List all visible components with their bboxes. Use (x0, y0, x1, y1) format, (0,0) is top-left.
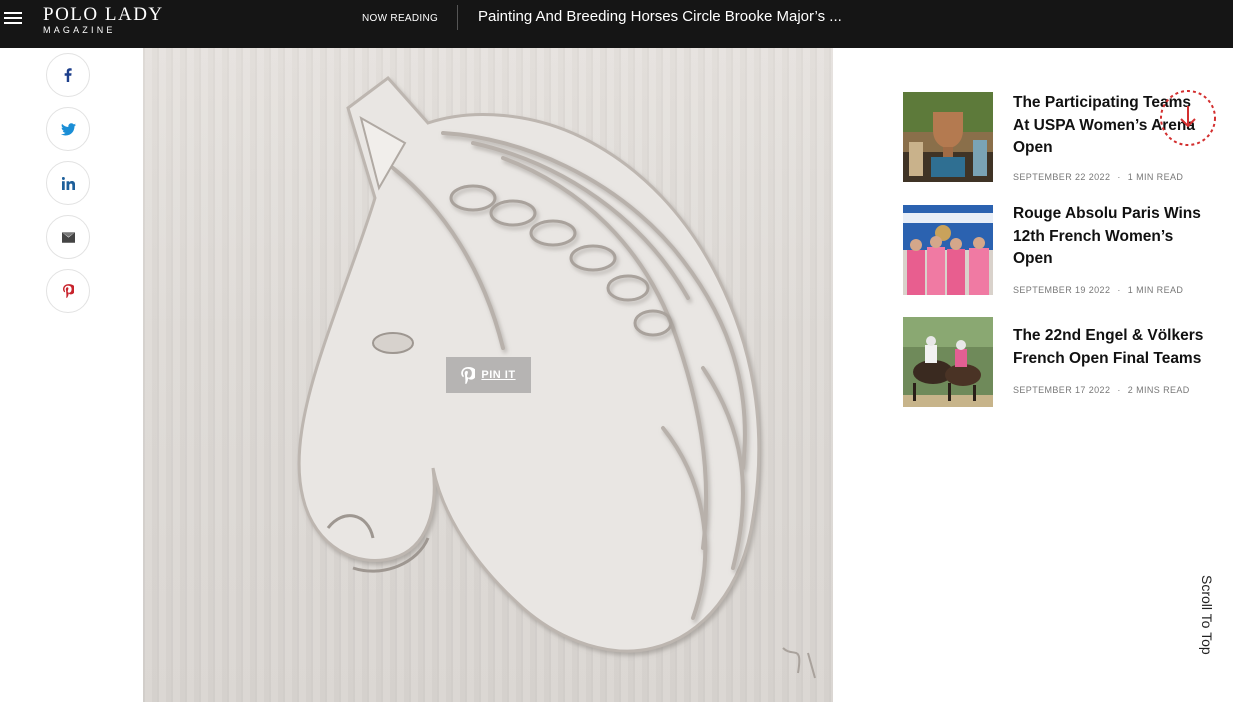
polo-match-photo-image (903, 317, 993, 407)
post-read-time: 2 MINS READ (1127, 385, 1190, 395)
twitter-share-button[interactable] (46, 107, 90, 151)
facebook-share-button[interactable] (46, 53, 90, 97)
post-meta: SEPTEMBER 22 2022 · 1 MIN READ (1013, 172, 1184, 182)
post-thumbnail[interactable] (903, 317, 993, 407)
article-hero-image: PIN IT (143, 48, 833, 702)
logo-sub-text: MAGAZINE (43, 25, 116, 35)
header-divider (457, 5, 458, 30)
now-reading-label: NOW READING (362, 13, 439, 24)
facebook-icon (64, 68, 72, 82)
post-thumbnail[interactable] (903, 92, 993, 182)
reading-progress-indicator (1158, 88, 1218, 148)
post-title[interactable]: The 22nd Engel & Völkers French Open Fin… (1013, 325, 1209, 370)
post-read-time: 1 MIN READ (1127, 285, 1184, 295)
twitter-icon (60, 122, 76, 135)
post-meta: SEPTEMBER 17 2022 · 2 MINS READ (1013, 385, 1190, 395)
post-title[interactable]: Rouge Absolu Paris Wins 12th French Wome… (1013, 203, 1209, 271)
post-date: SEPTEMBER 22 2022 (1013, 172, 1111, 182)
pinterest-icon (461, 366, 476, 384)
team-photo-image (903, 205, 993, 295)
scroll-to-top-button[interactable]: Scroll To Top (1197, 575, 1215, 667)
now-reading-title[interactable]: Painting And Breeding Horses Circle Broo… (478, 8, 842, 25)
post-meta: SEPTEMBER 19 2022 · 1 MIN READ (1013, 285, 1184, 295)
top-bar: POLO LADY MAGAZINE NOW READING Painting … (0, 0, 1233, 48)
trophy-photo-image (903, 92, 993, 182)
scroll-to-top-label: Scroll To Top (1199, 575, 1215, 655)
hamburger-menu-icon[interactable] (4, 10, 22, 26)
pinterest-share-button[interactable] (46, 269, 90, 313)
email-share-button[interactable] (46, 215, 90, 259)
share-buttons (46, 53, 90, 323)
pin-it-label: PIN IT (481, 369, 516, 381)
pin-it-button[interactable]: PIN IT (446, 357, 531, 393)
arrow-down-icon (1180, 106, 1196, 128)
linkedin-share-button[interactable] (46, 161, 90, 205)
linkedin-icon (61, 176, 75, 190)
post-read-time: 1 MIN READ (1127, 172, 1184, 182)
logo-main-text: POLO LADY (43, 4, 164, 25)
site-logo[interactable]: POLO LADY MAGAZINE (43, 5, 164, 36)
post-date: SEPTEMBER 17 2022 (1013, 385, 1111, 395)
related-post: The 22nd Engel & Völkers French Open Fin… (903, 317, 1213, 409)
pinterest-icon (62, 284, 74, 298)
related-post: Rouge Absolu Paris Wins 12th French Wome… (903, 205, 1213, 297)
post-thumbnail[interactable] (903, 205, 993, 295)
post-date: SEPTEMBER 19 2022 (1013, 285, 1111, 295)
email-icon (61, 231, 75, 243)
